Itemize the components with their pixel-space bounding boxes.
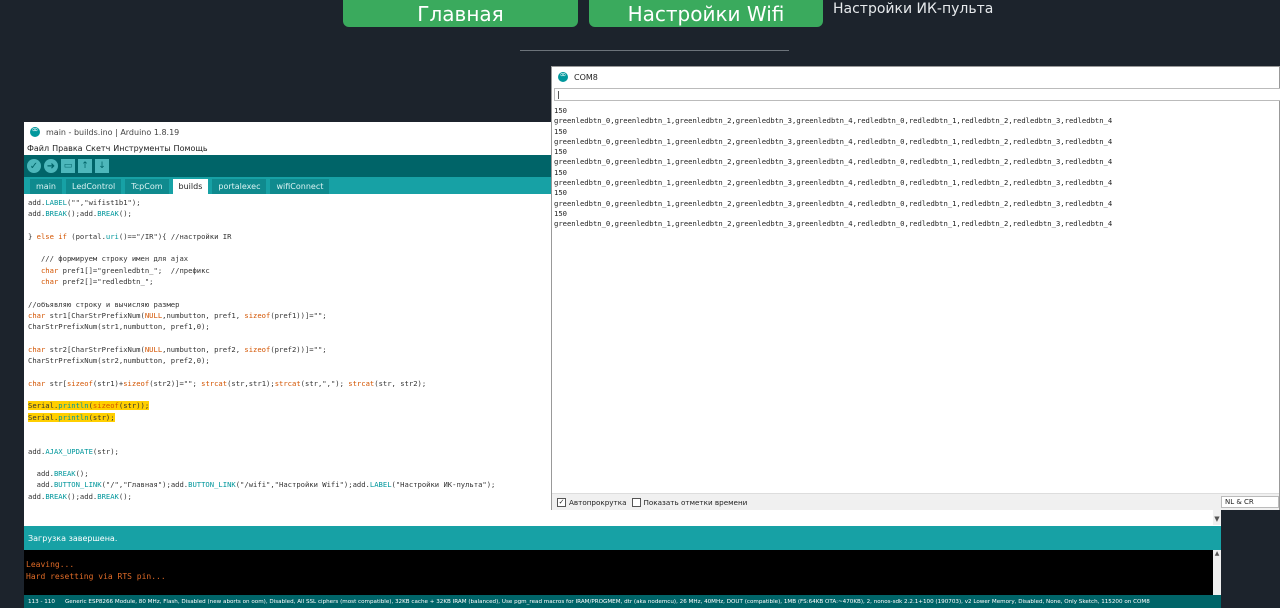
- serial-line: 150: [554, 147, 567, 157]
- serial-title-bar: COM8: [552, 67, 1279, 87]
- menu-tools[interactable]: Инструменты: [113, 144, 170, 153]
- timestamp-label: Показать отметки времени: [643, 497, 748, 507]
- serial-line: 150: [554, 167, 567, 177]
- tab-main[interactable]: main: [30, 179, 62, 194]
- autoscroll-checkbox[interactable]: ✓: [557, 497, 566, 507]
- save-icon[interactable]: ↓: [95, 159, 109, 173]
- serial-line: greenledbtn_0,greenledbtn_1,greenledbtn_…: [554, 116, 1113, 126]
- scroll-up-icon[interactable]: ▲: [1213, 550, 1221, 557]
- serial-line: greenledbtn_0,greenledbtn_1,greenledbtn_…: [554, 219, 1113, 229]
- divider: [520, 50, 789, 51]
- serial-line: greenledbtn_0,greenledbtn_1,greenledbtn_…: [554, 136, 1113, 146]
- tab-ledcontrol[interactable]: LedControl: [66, 179, 122, 194]
- serial-line: greenledbtn_0,greenledbtn_1,greenledbtn_…: [554, 178, 1113, 188]
- open-icon[interactable]: ↑: [78, 159, 92, 173]
- menu-help[interactable]: Помощь: [174, 144, 208, 153]
- tab-tcpcom[interactable]: TcpCom: [125, 179, 169, 194]
- board-config: Generic ESP8266 Module, 80 MHz, Flash, D…: [64, 598, 1150, 605]
- console-line: Leaving...: [26, 560, 75, 569]
- board-status-bar: 113 - 110 Generic ESP8266 Module, 80 MHz…: [24, 595, 1221, 608]
- line-position: 113 - 110: [28, 598, 55, 605]
- tab-wificonnect[interactable]: wifiConnect: [270, 179, 330, 194]
- serial-port-title: COM8: [574, 72, 598, 82]
- new-icon[interactable]: ▭: [61, 159, 75, 173]
- serial-line: greenledbtn_0,greenledbtn_1,greenledbtn_…: [554, 157, 1113, 167]
- console-scrollbar[interactable]: ▲: [1213, 550, 1221, 595]
- autoscroll-label: Автопрокрутка: [569, 497, 627, 507]
- wifi-settings-button[interactable]: Настройки Wifi: [589, 0, 823, 27]
- tab-portalexec[interactable]: portalexec: [212, 179, 267, 194]
- serial-line: 150: [554, 106, 567, 115]
- serial-send-input[interactable]: |: [554, 88, 1280, 101]
- verify-icon[interactable]: ✓: [27, 159, 41, 173]
- console-line: Hard resetting via RTS pin...: [26, 572, 166, 581]
- serial-monitor-window: COM8 | 150greenledbtn_0,greenledbtn_1,gr…: [551, 66, 1280, 510]
- scroll-down-icon[interactable]: ▼: [1213, 515, 1221, 523]
- arduino-logo-icon: [558, 70, 568, 82]
- serial-line: 150: [554, 208, 567, 218]
- line-ending-select[interactable]: NL & CR: [1221, 496, 1279, 508]
- menu-edit[interactable]: Правка: [52, 144, 82, 153]
- serial-line: 150: [554, 188, 567, 198]
- timestamp-checkbox[interactable]: [631, 497, 641, 507]
- serial-line: greenledbtn_0,greenledbtn_1,greenledbtn_…: [554, 198, 1113, 208]
- menu-file[interactable]: Файл: [27, 144, 49, 153]
- arduino-logo-icon: [30, 125, 40, 137]
- home-button[interactable]: Главная: [343, 0, 578, 27]
- ide-title: main - builds.ino | Arduino 1.8.19: [46, 127, 180, 137]
- upload-icon[interactable]: ➜: [44, 159, 58, 173]
- console-output: Leaving... Hard resetting via RTS pin...: [24, 550, 1213, 595]
- serial-output: 150 greenledbtn_0,greenledbtn_1,greenledb…: [554, 106, 1278, 491]
- menu-sketch[interactable]: Скетч: [86, 144, 111, 153]
- tab-builds[interactable]: builds: [172, 179, 209, 194]
- ir-settings-label: Настройки ИК-пульта: [833, 1, 994, 17]
- serial-options-bar: ✓ Автопрокрутка Показать отметки времени…: [552, 493, 1279, 510]
- status-message: Загрузка завершена.: [24, 526, 1221, 550]
- serial-line: 150: [554, 126, 567, 136]
